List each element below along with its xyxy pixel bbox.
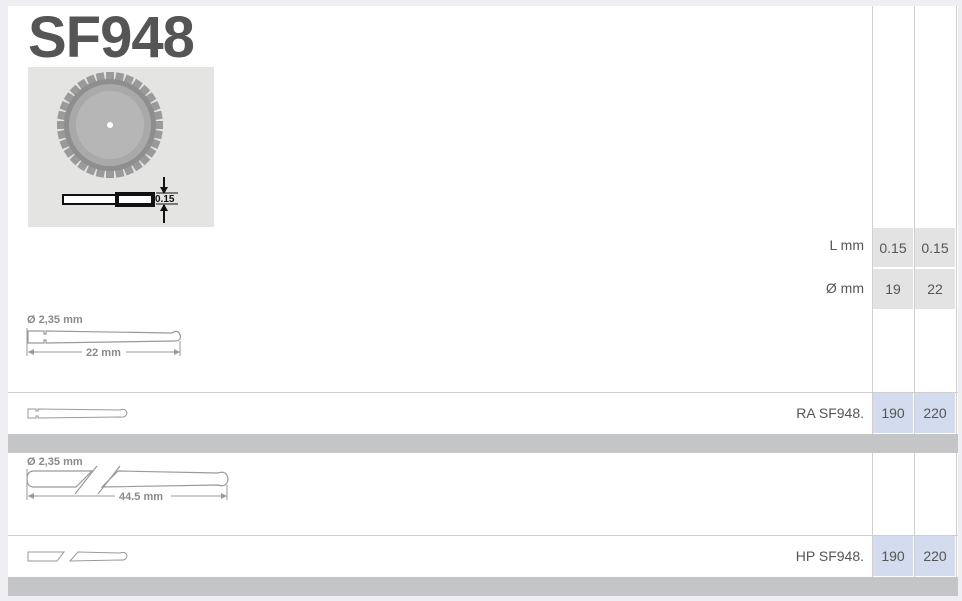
spec-length-value-2: 0.15	[915, 228, 955, 267]
spec-label-diameter: Ø mm	[825, 280, 864, 296]
ra-diameter-label: Ø 2,35 mm	[27, 314, 83, 326]
ra-value-2: 220	[915, 393, 955, 433]
hp-shank-drawing: Ø 2,35 mm 44.5 mm	[26, 456, 229, 503]
spec-label-length: L mm	[829, 237, 864, 253]
ra-value-1: 190	[873, 393, 913, 433]
hp-shank-small-icon	[27, 551, 128, 562]
ra-order-code: RA SF948.	[796, 405, 864, 421]
diamond-disc-icon: 0.15	[57, 72, 178, 223]
ra-length-label: 22 mm	[86, 347, 121, 359]
spec-diameter-value-2: 22	[915, 269, 955, 309]
row-divider	[8, 535, 958, 536]
row-divider	[8, 392, 958, 393]
hp-order-code: HP SF948.	[795, 548, 864, 564]
section-band	[8, 434, 958, 453]
column-divider	[956, 6, 957, 596]
hp-diameter-label: Ø 2,35 mm	[27, 456, 83, 468]
hp-length-label: 44.5 mm	[119, 491, 163, 503]
section-band	[8, 577, 958, 596]
product-title: SF948	[28, 5, 195, 70]
spec-diameter-value-1: 19	[873, 269, 913, 309]
hp-value-1: 190	[873, 536, 913, 576]
spec-length-value-1: 0.15	[873, 228, 913, 267]
thickness-label: 0.15	[155, 194, 175, 205]
ra-shank-drawing: Ø 2,35 mm 22 mm	[26, 314, 181, 359]
product-photo: 0.15	[28, 67, 214, 227]
ra-shank-small-icon	[27, 408, 128, 419]
product-sheet: SF948 0.15 L mm 0.15 0.15 Ø mm 19 22 Ø 2…	[8, 5, 958, 596]
hp-value-2: 220	[915, 536, 955, 576]
